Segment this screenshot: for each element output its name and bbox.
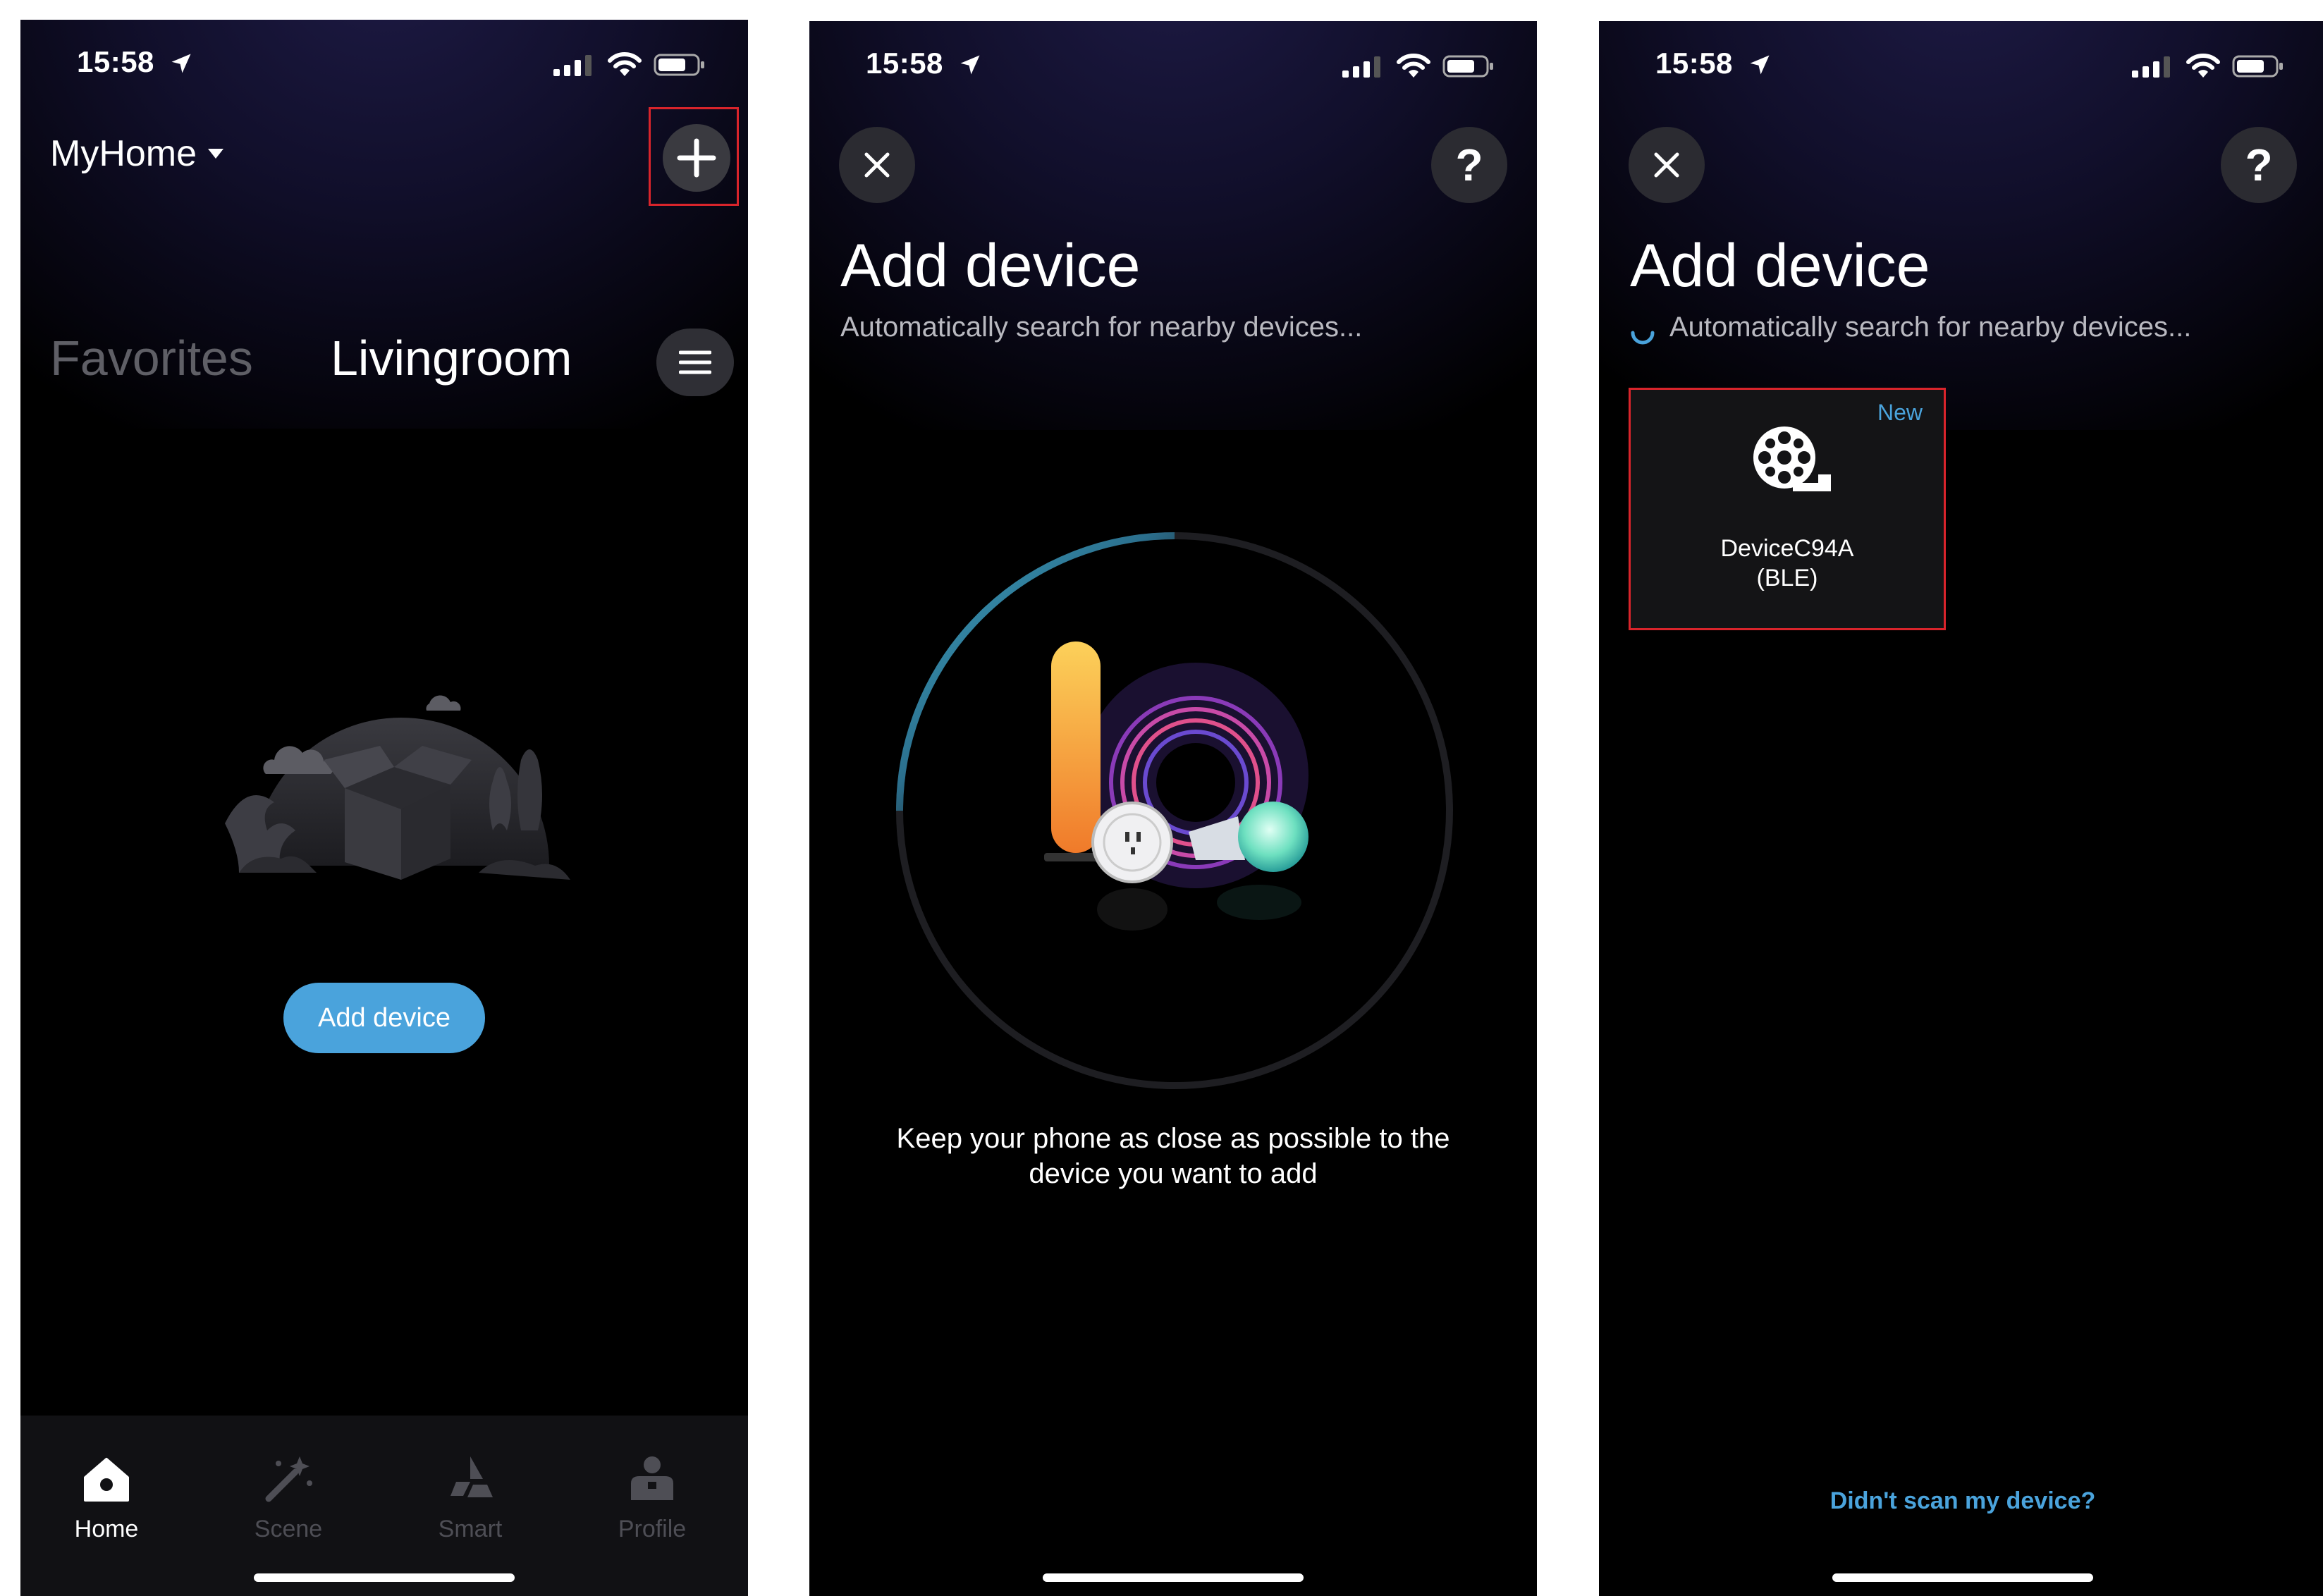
close-button[interactable] [1629, 127, 1705, 203]
home-indicator [1043, 1573, 1304, 1582]
room-menu-button[interactable] [656, 329, 734, 396]
location-arrow-icon [1750, 55, 1770, 75]
status-bar: 15:58 [809, 21, 1537, 113]
close-button[interactable] [839, 127, 915, 203]
tabbar-label-scene: Scene [254, 1516, 323, 1542]
page-subtitle: Automatically search for nearby devices.… [1669, 312, 2192, 343]
new-badge: New [1877, 400, 1923, 425]
status-time: 15:58 [866, 47, 943, 80]
didnt-scan-device-link[interactable]: Didn't scan my device? [1599, 1487, 2323, 1515]
tabbar-item-home[interactable]: Home [36, 1451, 177, 1543]
home-name: MyHome [50, 133, 197, 174]
device-protocol: (BLE) [1756, 565, 1818, 591]
status-time: 15:58 [1655, 47, 1733, 80]
tabbar-item-scene[interactable]: Scene [218, 1451, 359, 1543]
tabbar-label-smart: Smart [438, 1516, 503, 1542]
hamburger-icon [679, 350, 711, 374]
tabbar-label-profile: Profile [618, 1516, 687, 1542]
plus-icon [677, 138, 716, 178]
home-selector[interactable]: MyHome [50, 133, 224, 175]
device-reel-icon [1753, 426, 1831, 491]
battery-icon [654, 54, 704, 76]
add-device-button[interactable]: Add device [283, 983, 485, 1053]
close-icon [864, 152, 890, 178]
page-title: Add device [1630, 232, 1930, 300]
close-icon [1654, 152, 1679, 178]
discovered-device-card[interactable]: New DeviceC94A (BLE) [1629, 388, 1946, 630]
question-mark-icon: ? [2245, 140, 2273, 190]
status-bar: 15:58 [1599, 21, 2323, 113]
add-device-found-screen: 15:58 ? Add device Automatically search … [1599, 21, 2323, 1596]
battery-icon [2232, 55, 2283, 78]
wifi-icon [1397, 54, 1430, 78]
home-indicator [254, 1573, 515, 1582]
scan-hint-line-1: Keep your phone as close as possible to … [896, 1123, 1450, 1154]
wifi-icon [2186, 54, 2220, 78]
home-icon [84, 1458, 129, 1502]
empty-box-illustration [225, 695, 570, 880]
wifi-icon [608, 52, 642, 76]
battery-icon [1442, 55, 1493, 78]
home-indicator [1832, 1573, 2093, 1582]
add-button[interactable] [663, 124, 730, 192]
help-button[interactable]: ? [1431, 127, 1507, 203]
tabbar-item-smart[interactable]: Smart [400, 1451, 541, 1543]
screenshot-stage: 15:58 MyHome Favorites Livingroom Add de… [0, 0, 2323, 1596]
device-name-block: DeviceC94A (BLE) [1631, 534, 1944, 593]
add-device-scanning-screen: 15:58 ? Add device Automatically search … [809, 21, 1537, 1596]
help-button[interactable]: ? [2221, 127, 2297, 203]
tab-bar: Home Scene Smart Profile [20, 1416, 748, 1596]
scan-ring-illustration [896, 532, 1453, 1089]
scan-hint-line-2: device you want to add [1029, 1158, 1318, 1189]
profile-icon [631, 1456, 673, 1500]
status-bar: 15:58 [20, 20, 748, 111]
page-subtitle: Automatically search for nearby devices.… [840, 312, 1363, 343]
tabbar-label-home: Home [74, 1516, 139, 1542]
device-name: DeviceC94A [1720, 535, 1854, 562]
tabbar-item-profile[interactable]: Profile [582, 1451, 723, 1543]
cellular-signal-icon [2132, 56, 2170, 78]
scan-hint: Keep your phone as close as possible to … [852, 1121, 1495, 1191]
loading-spinner-icon [1631, 331, 1655, 345]
location-arrow-icon [960, 55, 980, 75]
smart-icon [450, 1456, 493, 1497]
cellular-signal-icon [1342, 56, 1380, 78]
page-title: Add device [840, 232, 1141, 300]
tab-favorites[interactable]: Favorites [50, 330, 253, 386]
home-screen: 15:58 MyHome Favorites Livingroom Add de… [20, 20, 748, 1596]
question-mark-icon: ? [1455, 140, 1483, 190]
tab-livingroom[interactable]: Livingroom [331, 330, 572, 386]
location-arrow-icon [171, 54, 191, 73]
cellular-signal-icon [553, 55, 592, 76]
caret-down-icon [208, 149, 224, 159]
status-time: 15:58 [77, 45, 154, 78]
magic-wand-icon [265, 1456, 312, 1502]
